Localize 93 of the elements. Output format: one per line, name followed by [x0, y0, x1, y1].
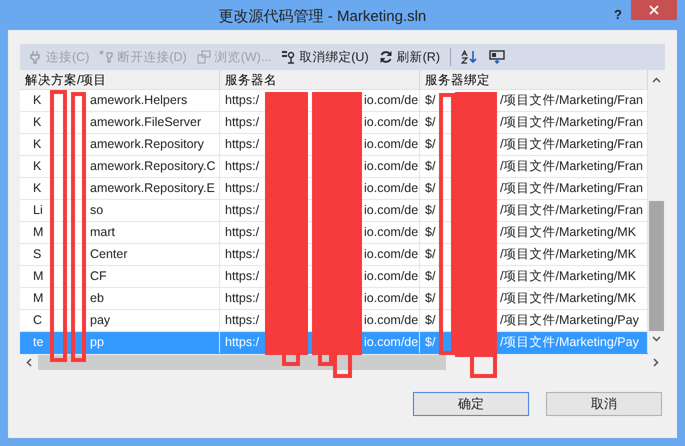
cell-text: $/: [425, 291, 436, 306]
cell-text: /项目文件/Marketing/Pay: [500, 312, 639, 330]
column-header[interactable]: 解决方案/项目: [20, 70, 220, 89]
close-icon: [649, 5, 659, 15]
window-icon: [488, 50, 505, 64]
cell-text: io.com/de: [364, 312, 418, 330]
cell-text: io.com/de: [364, 136, 418, 154]
cell-text: amework.Repository.C: [90, 158, 216, 176]
cell-text: Center: [90, 246, 128, 264]
toolbar-button[interactable]: 刷新(R): [378, 48, 440, 66]
plug-icon: [28, 50, 42, 64]
cell-text: eb: [90, 290, 104, 308]
cell-text: $/: [425, 93, 436, 108]
sort-icon: [460, 50, 479, 64]
cell-text: Li: [33, 203, 43, 218]
cell-text: S: [33, 247, 42, 262]
toolbar-button[interactable]: 取消绑定(U): [281, 48, 369, 66]
close-button[interactable]: [631, 0, 677, 20]
cell-text: amework.FileServer: [90, 114, 202, 132]
cell-text: https:/: [225, 269, 260, 284]
cell-text: io.com/de: [364, 246, 418, 264]
toolbar-icon-button[interactable]: [460, 50, 479, 64]
cell-text: io.com/de: [364, 180, 418, 198]
cell-text: $/: [425, 115, 436, 130]
cell-text: pay: [90, 312, 110, 330]
cell-text: amework.Helpers: [90, 92, 188, 110]
cell-text: K: [33, 159, 42, 174]
cell-text: https:/: [225, 181, 260, 196]
cell-text: C: [33, 313, 42, 328]
cell-text: /项目文件/Marketing/Fran: [500, 158, 644, 176]
cell-text: https:/: [225, 93, 260, 108]
cell-text: $/: [425, 247, 436, 262]
cell-text: $/: [425, 159, 436, 174]
cell-text: M: [33, 225, 44, 240]
help-button[interactable]: ?: [605, 5, 631, 25]
scrollbar-thumb[interactable]: [649, 201, 664, 331]
cell-text: /项目文件/Marketing/MK: [500, 246, 636, 264]
cell-text: io.com/de: [364, 158, 418, 176]
cell-text: /项目文件/Marketing/MK: [500, 268, 636, 286]
refresh-icon: [378, 50, 393, 64]
toolbar-icon-button[interactable]: [488, 50, 505, 64]
cell-text: io.com/de: [364, 114, 418, 132]
cell-text: $/: [425, 203, 436, 218]
cell-text: io.com/de: [364, 290, 418, 308]
cell-text: te: [33, 335, 44, 350]
unplug-icon: [99, 50, 114, 64]
cell-text: CF: [90, 268, 107, 286]
cell-text: /项目文件/Marketing/MK: [500, 290, 636, 308]
cell-text: $/: [425, 313, 436, 328]
cell-text: $/: [425, 181, 436, 196]
cell-text: mart: [90, 224, 115, 242]
cell-text: https:/: [225, 203, 260, 218]
unbind-icon: [281, 50, 296, 64]
cell-text: https:/: [225, 335, 260, 350]
cell-text: io.com/de: [364, 334, 418, 352]
cell-text: $/: [425, 335, 436, 350]
cell-text: /项目文件/Marketing/Fran: [500, 92, 644, 110]
cell-text: K: [33, 115, 42, 130]
cell-text: M: [33, 291, 44, 306]
dialog-button[interactable]: 取消: [546, 392, 662, 416]
cell-text: amework.Repository.E: [90, 180, 215, 198]
cell-text: io.com/de: [364, 268, 418, 286]
cell-text: pp: [90, 334, 104, 352]
cell-text: so: [90, 202, 104, 220]
cell-text: $/: [425, 269, 436, 284]
cell-text: K: [33, 93, 42, 108]
cell-text: $/: [425, 225, 436, 240]
cell-text: https:/: [225, 137, 260, 152]
cell-text: K: [33, 181, 42, 196]
server-icon: [196, 50, 211, 64]
window-title: 更改源代码管理 - Marketing.sln: [218, 6, 428, 27]
cell-text: https:/: [225, 225, 260, 240]
cell-text: /项目文件/Marketing/Fran: [500, 180, 644, 198]
cell-text: /项目文件/Marketing/Fran: [500, 136, 644, 154]
cell-text: io.com/de: [364, 92, 418, 110]
cell-text: K: [33, 137, 42, 152]
cell-text: io.com/de: [364, 202, 418, 220]
cell-text: /项目文件/Marketing/MK: [500, 224, 636, 242]
cell-text: $/: [425, 137, 436, 152]
cell-text: https:/: [225, 291, 260, 306]
cell-text: /项目文件/Marketing/Pay: [500, 334, 639, 352]
scrollbar-thumb[interactable]: [38, 355, 446, 370]
cell-text: /项目文件/Marketing/Fran: [500, 202, 644, 220]
column-header[interactable]: 服务器名: [220, 70, 420, 89]
cell-text: amework.Repository: [90, 136, 204, 154]
cell-text: M: [33, 269, 44, 284]
cell-text: /项目文件/Marketing/Fran: [500, 114, 644, 132]
cell-text: https:/: [225, 115, 260, 130]
cell-text: https:/: [225, 159, 260, 174]
cell-text: io.com/de: [364, 224, 418, 242]
cell-text: https:/: [225, 313, 260, 328]
dialog-button[interactable]: 确定: [413, 392, 529, 416]
cell-text: https:/: [225, 247, 260, 262]
